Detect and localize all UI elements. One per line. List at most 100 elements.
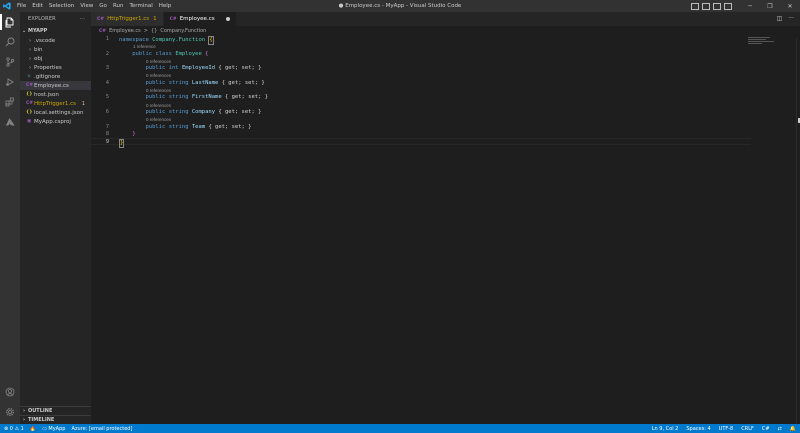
explorer-header: EXPLORER ···	[20, 12, 91, 26]
split-editor-icon[interactable]: ◫	[777, 15, 783, 22]
tree-item-local-settings-json[interactable]: {} local.settings.json	[20, 108, 91, 117]
tree-item-httptrigger1-cs[interactable]: C# HttpTrigger1.cs 1	[20, 99, 91, 108]
project-indicator[interactable]: ▭ MyApp	[42, 426, 65, 432]
error-count: 0	[9, 425, 13, 432]
keyword: string	[168, 94, 189, 101]
close-button[interactable]: ✕	[780, 0, 800, 12]
folder-icon: ▭	[42, 425, 47, 432]
menu-go[interactable]: Go	[96, 0, 110, 12]
tree-item-bin[interactable]: › bin	[20, 45, 91, 54]
tab-httptrigger1[interactable]: C# HttpTrigger1.cs 1	[91, 12, 164, 26]
json-file-icon: {}	[26, 92, 33, 97]
keyword: public	[145, 79, 166, 86]
tab-label: Employee.cs	[179, 16, 215, 22]
keyword: int	[168, 65, 179, 72]
accessor: { get; set; }	[225, 94, 269, 101]
code-line: 7 public string Team { get; set; }	[91, 124, 800, 131]
codelens[interactable]: 0 references	[91, 102, 800, 109]
run-debug-icon[interactable]	[0, 72, 20, 92]
breadcrumb: C# Employee.cs > {} Company.Function	[91, 26, 800, 36]
codelens[interactable]: 0 references	[91, 58, 800, 65]
explorer-icon[interactable]	[0, 12, 20, 32]
indentation[interactable]: Spaces: 4	[686, 426, 710, 432]
breadcrumb-file[interactable]: Employee.cs	[109, 28, 141, 34]
minimap[interactable]	[748, 37, 778, 47]
editor-actions: ◫ ···	[777, 15, 794, 22]
unsaved-dot-icon[interactable]	[225, 17, 230, 21]
minimize-button[interactable]: ─	[740, 0, 760, 12]
timeline-section[interactable]: › TIMELINE	[20, 415, 91, 424]
code-editor[interactable]: 1 namespace Company.Function { 1 referen…	[91, 36, 800, 149]
tree-item-properties[interactable]: › Properties	[20, 63, 91, 72]
cursor-position[interactable]: Ln 9, Col 2	[652, 426, 679, 432]
menu-terminal[interactable]: Terminal	[126, 0, 155, 12]
tree-item-label: .gitignore	[34, 73, 61, 80]
tree-item-label: MyApp.csproj	[34, 118, 71, 125]
code-line: 5 public string FirstName { get; set; }	[91, 94, 800, 101]
problems-indicator[interactable]: ⊗ 0 ⚠ 1	[4, 426, 24, 432]
tree-item-label: Employee.cs	[34, 82, 69, 89]
project-name: MyApp	[48, 425, 66, 432]
tab-label: HttpTrigger1.cs	[107, 16, 150, 22]
toggle-sidebar-icon[interactable]	[691, 2, 699, 10]
namespace-icon: {}	[151, 28, 158, 34]
maximize-button[interactable]: ❐	[760, 0, 780, 12]
language-mode[interactable]: C#	[762, 426, 770, 432]
account-icon[interactable]	[0, 382, 20, 402]
code-line: 6 public string Company { get; set; }	[91, 109, 800, 116]
timeline-section-label: TIMELINE	[28, 417, 55, 423]
status-bar: ⊗ 0 ⚠ 1 🔥 ▭ MyApp Azure: [email protecte…	[0, 424, 800, 433]
tab-employee[interactable]: C# Employee.cs	[163, 12, 237, 26]
overview-ruler[interactable]	[796, 38, 800, 433]
settings-gear-icon[interactable]	[0, 402, 20, 422]
line-number: 5	[105, 94, 109, 101]
live-share-icon[interactable]: ⇄	[778, 426, 782, 432]
customize-layout-icon[interactable]	[724, 2, 732, 10]
tree-item-vscode[interactable]: › .vscode	[20, 36, 91, 45]
toggle-panel-icon[interactable]	[702, 2, 710, 10]
title-bar: File Edit Selection View Go Run Terminal…	[0, 0, 800, 12]
accessor: { get; set; }	[221, 79, 265, 86]
menu-file[interactable]: File	[14, 0, 29, 12]
tree-item-label: local.settings.json	[34, 109, 84, 116]
csharp-file-icon: C#	[169, 16, 177, 22]
tree-item-employee-cs[interactable]: C# Employee.cs	[20, 81, 91, 90]
extensions-icon[interactable]	[0, 92, 20, 112]
tree-item-gitignore[interactable]: ◆ .gitignore	[20, 72, 91, 81]
tree-item-host-json[interactable]: {} host.json	[20, 90, 91, 99]
search-icon[interactable]	[0, 32, 20, 52]
property-name: Team	[191, 123, 206, 130]
menu-run[interactable]: Run	[110, 0, 127, 12]
tree-item-obj[interactable]: › obj	[20, 54, 91, 63]
azure-account[interactable]: Azure: [email protected]	[71, 426, 132, 432]
project-file-icon: ▣	[26, 119, 32, 124]
codelens[interactable]: 0 references	[91, 72, 800, 79]
error-icon: ⊗	[4, 425, 9, 432]
azure-icon[interactable]	[0, 112, 20, 132]
menu-help[interactable]: Help	[156, 0, 175, 12]
tree-item-myapp-csproj[interactable]: ▣ MyApp.csproj	[20, 117, 91, 126]
property-name: Company	[191, 108, 216, 115]
more-actions-icon[interactable]: ···	[788, 15, 794, 22]
codelens[interactable]: 0 references	[91, 116, 800, 123]
notifications-bell-icon[interactable]: 🔔	[790, 426, 796, 432]
keyword: string	[168, 79, 189, 86]
breadcrumb-symbol[interactable]: Company.Function	[160, 28, 206, 34]
codelens[interactable]: 0 references	[91, 87, 800, 94]
chevron-right-icon: ›	[29, 46, 31, 53]
line-number: 4	[105, 79, 109, 86]
line-ending[interactable]: CRLF	[741, 426, 754, 432]
toggle-secondary-sidebar-icon[interactable]	[713, 2, 721, 10]
menu-selection[interactable]: Selection	[46, 0, 77, 12]
more-actions-icon[interactable]: ···	[80, 16, 85, 22]
menu-view[interactable]: View	[77, 0, 96, 12]
bracket: {	[205, 50, 209, 57]
warning-icon: ⚠	[14, 425, 20, 432]
codelens[interactable]: 1 reference	[91, 43, 800, 50]
flame-icon[interactable]: 🔥	[30, 426, 36, 432]
menu-edit[interactable]: Edit	[29, 0, 46, 12]
source-control-icon[interactable]	[0, 52, 20, 72]
encoding[interactable]: UTF-8	[719, 426, 734, 432]
outline-section[interactable]: › OUTLINE	[20, 406, 91, 415]
workspace-root[interactable]: ⌄ MYAPP	[20, 26, 91, 36]
